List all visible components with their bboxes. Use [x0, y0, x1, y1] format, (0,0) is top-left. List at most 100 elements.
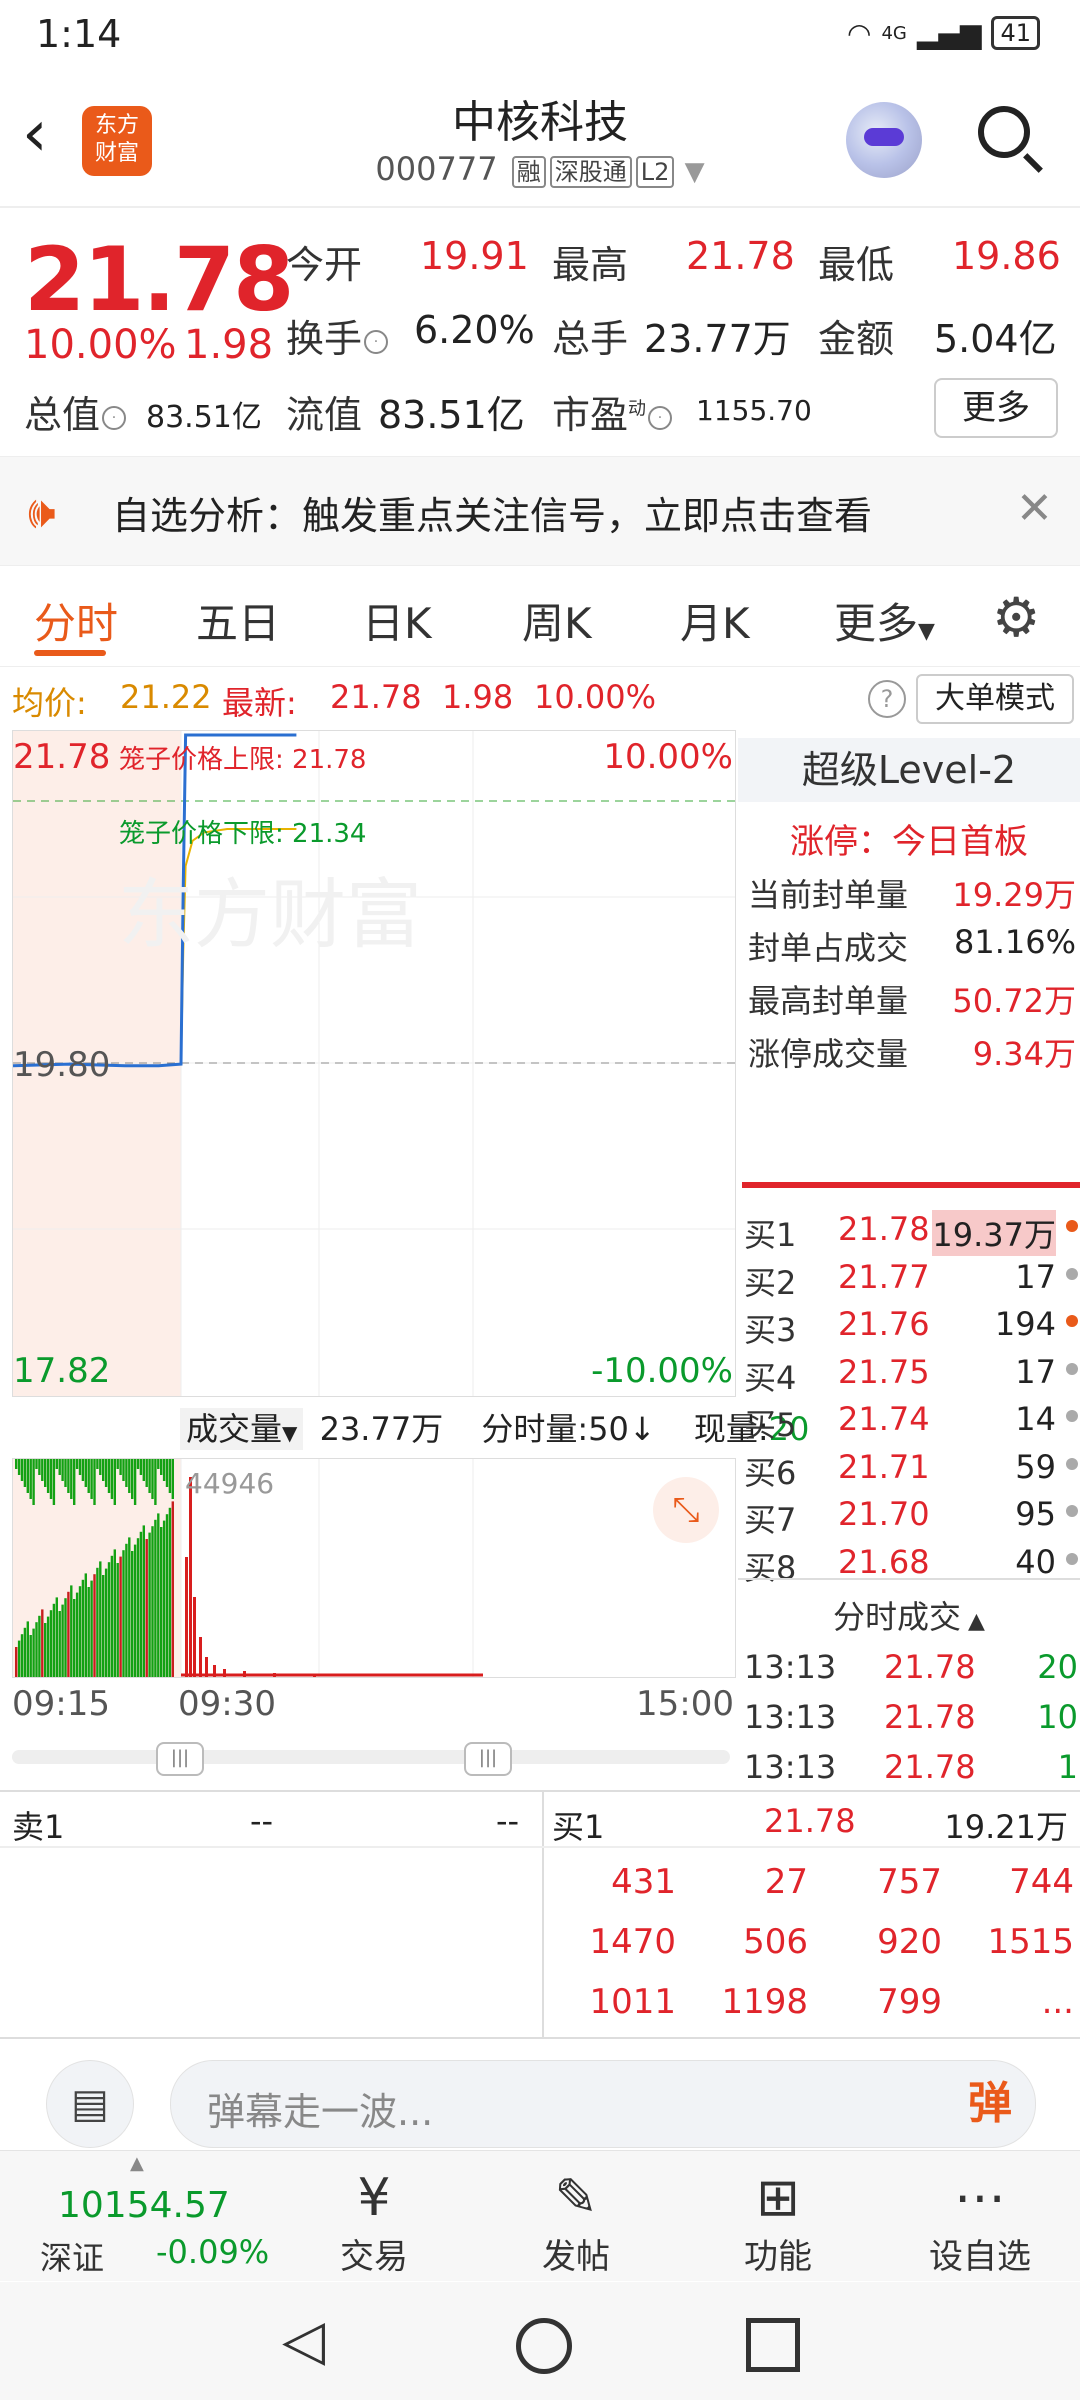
tab-more-label: 更多 [834, 599, 919, 648]
volume-chart[interactable]: 44946 ⤡ [12, 1458, 736, 1678]
pe-value: 1155.70 [696, 394, 812, 427]
volume-bar [46, 1459, 50, 1493]
tab-more[interactable]: 更多▼ [834, 590, 935, 651]
info-icon[interactable]: · [648, 405, 673, 430]
divider [0, 1846, 1080, 1848]
tab-monthly-k[interactable]: 月K [680, 590, 750, 651]
nav-post-label: 发帖 [542, 2237, 610, 2277]
ticks-title[interactable]: 分时成交 ▲ [738, 1592, 1080, 1638]
danmu-input[interactable]: 弹幕走一波... 弹 [170, 2060, 1036, 2148]
volume-bar [58, 1459, 61, 1475]
avg-value: 21.22 [120, 678, 212, 716]
volume-bar [55, 1459, 58, 1469]
bid-dot-icon [1066, 1457, 1078, 1470]
volume-bar [154, 1519, 157, 1677]
intraday-chart[interactable]: 东方财富 21.78 笼子价格上限: 21.78 10.00% 笼子价格下限: … [12, 730, 736, 1397]
volume-bar [67, 1591, 70, 1677]
nav-add-watchlist-label: 设自选 [929, 2237, 1031, 2277]
open-value: 19.91 [420, 234, 529, 278]
ticks-title-text: 分时成交 [833, 1598, 962, 1636]
volume-bar [52, 1459, 56, 1505]
bid-row[interactable]: 买7 21.70 95 [744, 1495, 1078, 1539]
nav-post[interactable]: ✎ 发帖 [496, 2167, 656, 2278]
slider-handle-left[interactable]: ||| [156, 1742, 204, 1776]
high-label: 最高 [552, 243, 629, 287]
volume-bar [133, 1544, 137, 1677]
slider-handle-right[interactable]: ||| [464, 1742, 512, 1776]
bid-row[interactable]: 买4 21.75 17 [744, 1353, 1078, 1397]
amount-label: 金额 [818, 317, 895, 361]
volume-bar [154, 1459, 157, 1505]
back-triangle-icon[interactable]: ◁ [282, 2308, 325, 2373]
queue-order: 920 [877, 1922, 942, 1962]
volume-bar [165, 1514, 169, 1677]
bid-price: 21.68 [838, 1542, 930, 1581]
volume-bar [162, 1459, 166, 1481]
volume-bar [104, 1459, 108, 1487]
search-icon[interactable] [978, 106, 1030, 158]
recents-icon[interactable] [746, 2318, 800, 2372]
pct-min-label: -10.00% [591, 1351, 733, 1391]
volume-bar [125, 1459, 128, 1487]
tab-daily-k[interactable]: 日K [362, 590, 432, 651]
bid-row[interactable]: 买2 21.77 17 [744, 1258, 1078, 1302]
nav-functions[interactable]: ⊞ 功能 [698, 2167, 858, 2278]
volume-total: 23.77万 [319, 1410, 444, 1448]
status-bar: 1:14 ◠ 4G ▂▄▆ 41 [0, 0, 1080, 72]
index-value[interactable]: 10154.57 [58, 2185, 230, 2226]
turnover-label-text: 换手 [286, 317, 363, 361]
expand-icon[interactable]: ⤡ [653, 1477, 719, 1543]
note-icon[interactable]: ▤ [46, 2060, 134, 2148]
home-icon[interactable] [516, 2318, 572, 2374]
tick-time: 13:13 [744, 1748, 837, 1786]
volume-bar [96, 1459, 99, 1469]
wifi-icon: ◠ [847, 16, 872, 50]
time-range-slider[interactable] [12, 1750, 730, 1764]
bid-price: 21.70 [838, 1495, 930, 1533]
volume-bar [81, 1459, 85, 1481]
bid-row[interactable]: 买3 21.76 194 [744, 1305, 1078, 1349]
info-icon[interactable]: · [102, 405, 127, 430]
nav-add-watchlist[interactable]: ⋯ 设自选 [900, 2167, 1060, 2278]
banner-text[interactable]: 自选分析：触发重点关注信号，立即点击查看 [112, 485, 872, 540]
volume-bar [81, 1579, 85, 1677]
volume-bar [110, 1555, 114, 1677]
tab-weekly-k[interactable]: 周K [522, 590, 592, 651]
nav-trade[interactable]: ¥ 交易 [294, 2167, 454, 2278]
bid-volume: 14 [1015, 1400, 1056, 1438]
current-price: 21.78 [24, 228, 294, 331]
index-name[interactable]: 深证 [40, 2233, 104, 2279]
tab-five-day[interactable]: 五日 [196, 590, 280, 651]
bid-row[interactable]: 买5 21.74 14 [744, 1400, 1078, 1444]
bid-row[interactable]: 买6 21.71 59 [744, 1448, 1078, 1492]
stock-header: ‹ 东方 财富 中核科技 000777 融深股通 L2 ▼ [0, 72, 1080, 208]
volume-selector[interactable]: 成交量▼ [180, 1408, 304, 1450]
bid-row[interactable]: 买1 21.78 19.37万 [744, 1210, 1078, 1256]
bid-volume: 59 [1015, 1447, 1056, 1486]
queue-order: 744 [1009, 1862, 1074, 1902]
analysis-banner[interactable]: 🕪 自选分析：触发重点关注信号，立即点击查看 ✕ [0, 456, 1080, 566]
big-order-mode-button[interactable]: 大单模式 [916, 674, 1074, 724]
volume-bar [32, 1459, 35, 1505]
tick-time: 13:13 [744, 1648, 837, 1686]
assistant-avatar[interactable] [846, 102, 922, 178]
tab-intraday[interactable]: 分时 [34, 590, 118, 651]
bid-volume: 19.37万 [932, 1210, 1056, 1256]
queue-order: 506 [743, 1922, 808, 1962]
volume-bar [78, 1459, 82, 1475]
dropdown-icon[interactable]: ▼ [685, 157, 705, 187]
volume-bar [93, 1574, 96, 1677]
info-icon[interactable]: · [364, 329, 389, 354]
latest-change: 1.98 [442, 678, 514, 716]
volume-bar [157, 1513, 160, 1677]
volume-bar [102, 1459, 105, 1481]
caret-down-icon: ▼ [918, 619, 935, 644]
index-change[interactable]: -0.09% [156, 2233, 269, 2271]
gear-icon[interactable]: ⚙ [992, 586, 1040, 649]
level2-title[interactable]: 超级Level-2 [738, 738, 1080, 802]
more-button[interactable]: 更多 [934, 378, 1058, 438]
help-icon[interactable]: ? [868, 680, 906, 718]
danmu-toggle[interactable]: 弹 [953, 2067, 1027, 2141]
close-icon[interactable]: ✕ [1016, 483, 1053, 534]
comment-bar: ▤ 弹幕走一波... 弹 [0, 2040, 1080, 2150]
